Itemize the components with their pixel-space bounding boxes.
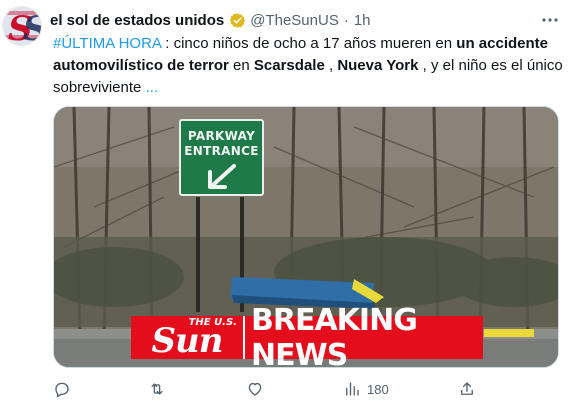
retweet-button[interactable] xyxy=(148,380,166,398)
parkway-entrance-sign: PARKWAY ENTRANCE xyxy=(179,119,264,196)
tweet-text: #ÚLTIMA HORA : cinco niños de ocho a 17 … xyxy=(53,33,563,99)
reply-button[interactable] xyxy=(53,380,71,398)
tweet-text-bold: Scarsdale xyxy=(253,57,325,74)
tweet-actions: 180 xyxy=(53,380,483,400)
logo-text-sun: Sun xyxy=(151,320,224,361)
tweet-timestamp[interactable]: 1h xyxy=(354,12,371,29)
tweet-text-part: , xyxy=(324,57,338,74)
more-options-icon[interactable] xyxy=(539,12,561,28)
breaking-news-banner: THE U.S. Sun BREAKING NEWS xyxy=(131,303,483,367)
tweet-header: el sol de estados unidos @TheSunUS · 1h xyxy=(50,10,371,30)
tweet-text-part: en xyxy=(228,57,254,74)
show-more-link[interactable]: ... xyxy=(146,79,159,96)
views-chart-icon xyxy=(346,382,359,396)
tweet[interactable]: S S el sol de estados unidos @TheSunUS ·… xyxy=(0,0,584,401)
sign-text-line: PARKWAY xyxy=(187,129,256,143)
logo-text-the: THE U.S. xyxy=(188,317,237,328)
sign-text-line: ENTRANCE xyxy=(184,144,259,158)
tweet-text-part: : cinco niños de ocho a 17 años mueren e… xyxy=(161,35,457,52)
author-handle[interactable]: @TheSunUS xyxy=(250,12,339,29)
retweet-icon xyxy=(151,383,163,395)
breaking-news-text: BREAKING NEWS xyxy=(243,303,483,367)
separator-dot: · xyxy=(343,11,349,29)
the-sun-logo: THE U.S. Sun xyxy=(131,316,243,359)
hashtag-link[interactable]: #ÚLTIMA HORA xyxy=(53,35,161,52)
reply-icon xyxy=(55,382,69,398)
author-name[interactable]: el sol de estados unidos xyxy=(50,12,224,29)
views-count: 180 xyxy=(367,381,389,397)
heart-icon xyxy=(248,382,262,396)
tweet-text-bold: Nueva York xyxy=(337,57,419,74)
tweet-media[interactable]: PARKWAY ENTRANCE THE U.S. Sun BREAKING N… xyxy=(53,106,559,368)
arrow-down-left-icon xyxy=(207,164,236,189)
views-button[interactable]: 180 xyxy=(343,380,389,398)
avatar[interactable]: S S xyxy=(2,6,42,46)
share-icon xyxy=(461,382,473,395)
svg-text:S: S xyxy=(23,9,42,46)
verified-badge-icon[interactable] xyxy=(229,12,246,29)
like-button[interactable] xyxy=(246,380,264,398)
flag-s-logo-icon: S S xyxy=(3,7,42,46)
share-button[interactable] xyxy=(458,380,476,398)
